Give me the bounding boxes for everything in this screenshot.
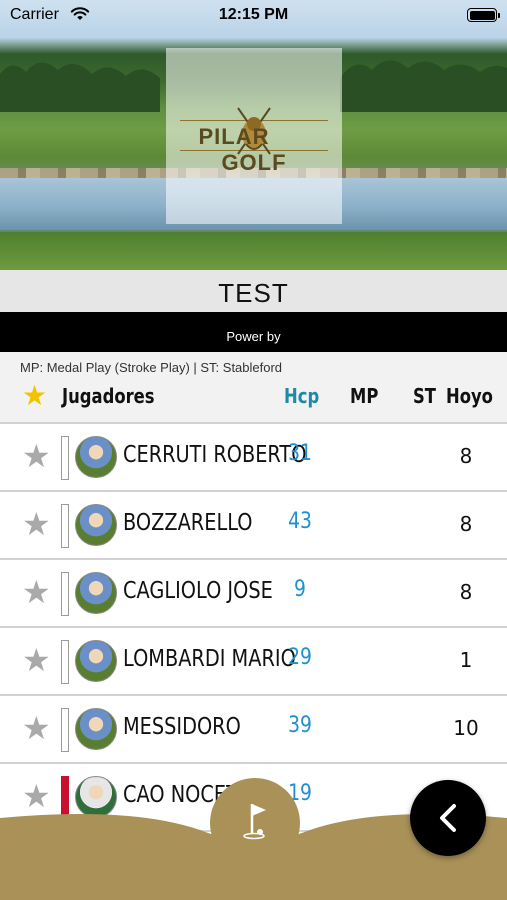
player-hcp: 31 <box>288 441 312 466</box>
table-row[interactable]: ★ LOMBARDI MARIO 29 -1 3 1 <box>0 628 507 696</box>
course-hero-image: PILARGOLF <box>0 0 507 270</box>
player-name: CERRUTI ROBERTO <box>123 442 307 468</box>
player-marker <box>61 640 69 684</box>
player-mp: -2 <box>339 439 363 470</box>
star-outline-icon[interactable]: ★ <box>22 508 51 540</box>
leaderboard-header: ★ Jugadores Hcp MP ST Hoyo <box>0 376 507 424</box>
player-hcp: 43 <box>288 509 312 534</box>
scoring-legend: MP: Medal Play (Stroke Play) | ST: Stabl… <box>0 352 507 376</box>
star-outline-icon[interactable]: ★ <box>22 780 51 812</box>
player-st: 3 <box>403 643 419 674</box>
avatar <box>75 436 117 478</box>
header-players: Jugadores <box>62 384 155 408</box>
player-mp: -2 <box>339 575 363 606</box>
logo-word-left: PILAR <box>198 124 270 149</box>
player-st: 17 <box>396 575 426 606</box>
fairway <box>0 232 507 270</box>
player-hcp: 39 <box>288 713 312 738</box>
player-st: 16 <box>396 439 426 470</box>
player-hoyo: 8 <box>459 580 473 604</box>
table-row[interactable]: ★ CERRUTI ROBERTO 31 -2 16 8 <box>0 424 507 492</box>
player-mp: -1 <box>339 643 363 674</box>
star-outline-icon[interactable]: ★ <box>22 576 51 608</box>
clock-time: 12:15 PM <box>218 6 289 23</box>
power-by-banner[interactable]: Power by <box>0 312 507 352</box>
player-name: LOMBARDI MARIO <box>123 646 296 672</box>
player-hoyo: 10 <box>453 716 479 740</box>
player-mp: -2 <box>339 507 363 538</box>
star-icon[interactable]: ★ <box>22 382 47 410</box>
logo-word-right: GOLF <box>221 150 287 175</box>
club-logo: PILARGOLF <box>166 48 342 224</box>
player-st: 18 <box>396 711 426 742</box>
player-marker <box>61 572 69 616</box>
table-row[interactable]: ★ BOZZARELLO 43 -2 15 8 <box>0 492 507 560</box>
player-st: 15 <box>396 507 426 538</box>
header-st: ST <box>413 384 436 408</box>
star-outline-icon[interactable]: ★ <box>22 644 51 676</box>
player-mp: -1 <box>339 779 363 810</box>
avatar <box>75 572 117 614</box>
player-hcp: 29 <box>288 645 312 670</box>
table-row[interactable]: ★ CAGLIOLO JOSE 9 -2 17 8 <box>0 560 507 628</box>
player-name: BOZZARELLO <box>123 510 253 536</box>
header-hoyo: Hoyo <box>446 384 493 408</box>
avatar <box>75 708 117 750</box>
star-outline-icon[interactable]: ★ <box>22 712 51 744</box>
player-mp: -1 <box>339 711 363 742</box>
chevron-left-icon <box>440 804 456 832</box>
header-mp: MP <box>350 384 379 408</box>
player-hoyo: 8 <box>459 512 473 536</box>
star-outline-icon[interactable]: ★ <box>22 440 51 472</box>
status-bar: Carrier 12:15 PM <box>0 0 507 30</box>
page-title: TEST <box>218 278 289 308</box>
avatar <box>75 504 117 546</box>
player-hcp: 9 <box>294 577 306 602</box>
logo-wordmark: PILARGOLF <box>166 124 342 176</box>
battery-icon <box>467 8 500 22</box>
player-name: CAGLIOLO JOSE <box>123 578 273 604</box>
player-name: MESSIDORO <box>123 714 241 740</box>
back-button[interactable] <box>410 780 486 856</box>
player-marker <box>61 708 69 752</box>
player-marker <box>61 504 69 548</box>
course-button[interactable] <box>210 778 300 868</box>
event-title-band: TEST <box>0 270 507 312</box>
player-hoyo: 8 <box>459 444 473 468</box>
golf-flag-icon <box>243 804 266 840</box>
header-hcp: Hcp <box>284 384 320 408</box>
avatar <box>75 640 117 682</box>
player-marker <box>61 436 69 480</box>
table-row[interactable]: ★ MESSIDORO 39 -1 18 10 <box>0 696 507 764</box>
player-hoyo: 1 <box>459 648 473 672</box>
